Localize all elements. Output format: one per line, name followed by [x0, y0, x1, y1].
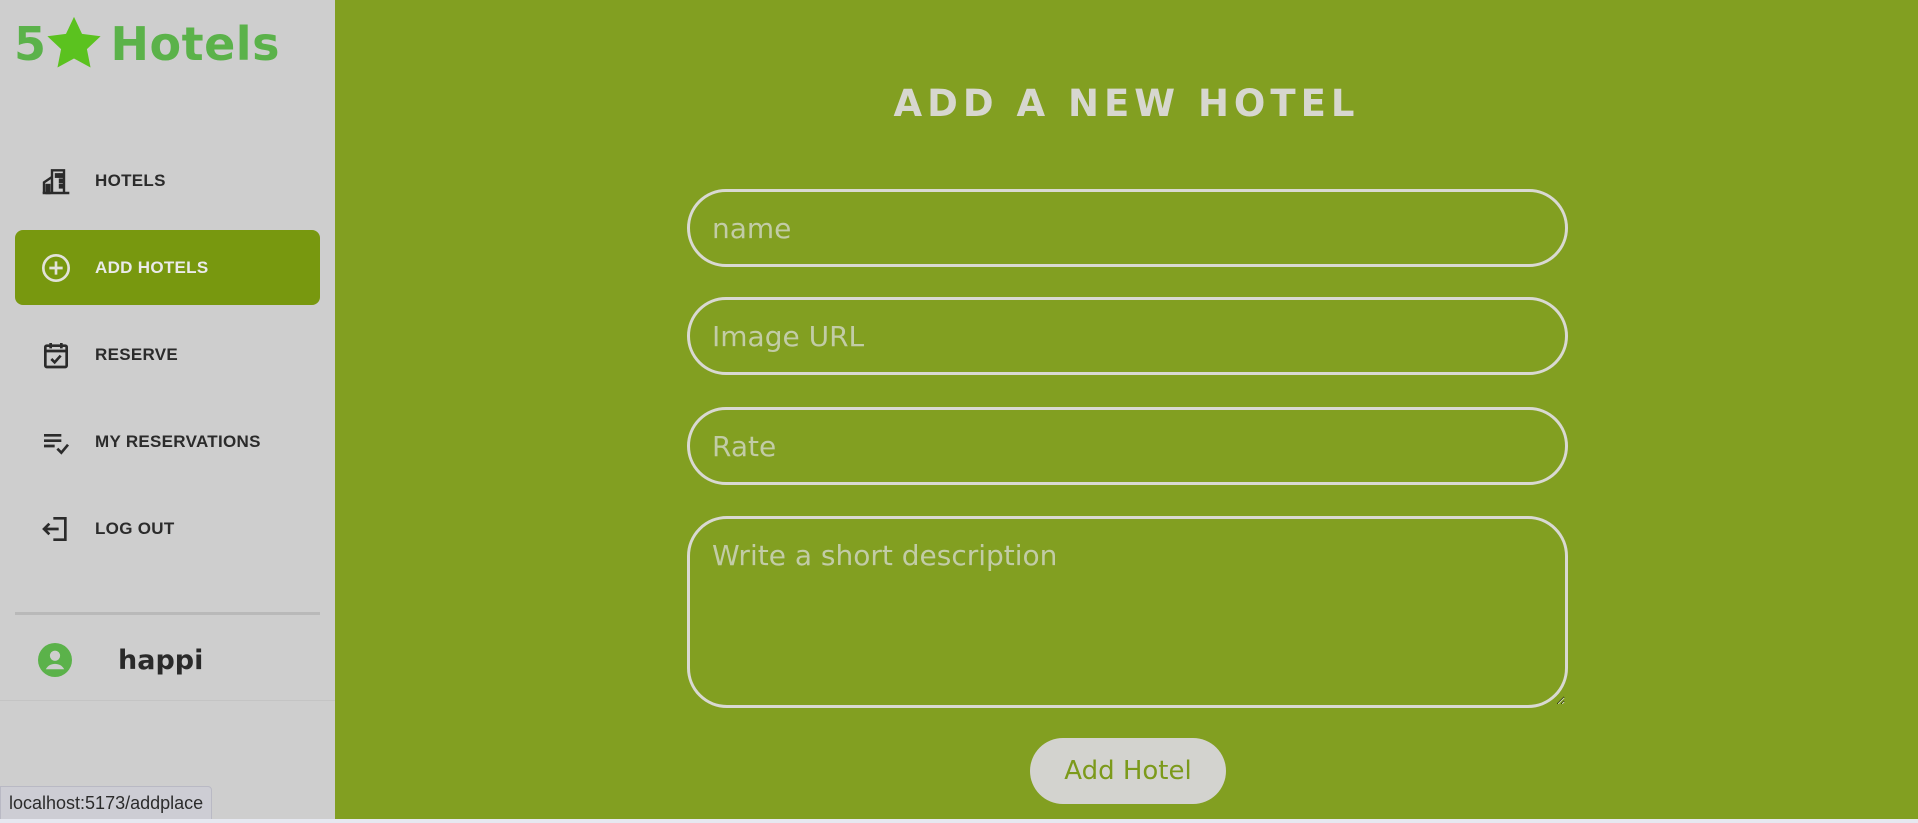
rate-input[interactable]	[687, 407, 1568, 485]
sidebar-item-label: HOTELS	[95, 170, 166, 190]
list-check-icon	[39, 425, 73, 459]
sidebar-item-label: MY RESERVATIONS	[95, 431, 261, 451]
star-icon	[46, 16, 101, 68]
user-avatar-icon	[38, 643, 72, 677]
logout-icon	[39, 512, 73, 546]
sidebar-item-label: RESERVE	[95, 344, 179, 364]
description-textarea[interactable]	[687, 516, 1568, 708]
brand-name: Hotels	[110, 17, 280, 71]
sidebar-item-add-hotels[interactable]: ADD HOTELS	[15, 230, 320, 305]
sidebar-divider	[15, 612, 320, 615]
sidebar-item-log-out[interactable]: LOG OUT	[15, 491, 320, 566]
sidebar-item-label: LOG OUT	[95, 518, 175, 538]
calendar-check-icon	[39, 338, 73, 372]
image-url-input[interactable]	[687, 297, 1568, 375]
hotel-name-input[interactable]	[687, 189, 1568, 267]
main-content: ADD A NEW HOTEL Add Hotel	[335, 0, 1918, 819]
add-hotel-button[interactable]: Add Hotel	[1030, 738, 1226, 804]
sidebar-item-hotels[interactable]: HOTELS	[15, 143, 320, 218]
sidebar-item-label: ADD HOTELS	[95, 257, 209, 277]
sidebar: 5 Hotels HOTELS ADD HOTELS RESERVE MY RE…	[0, 0, 335, 819]
building-icon	[39, 164, 73, 198]
sidebar-item-reserve[interactable]: RESERVE	[15, 317, 320, 392]
page-title: ADD A NEW HOTEL	[893, 82, 1360, 125]
sidebar-nav: HOTELS ADD HOTELS RESERVE MY RESERVATION…	[15, 143, 320, 578]
user-name: happi	[118, 644, 204, 676]
brand-logo[interactable]: 5 Hotels	[14, 12, 280, 76]
sidebar-bottom-divider	[0, 700, 335, 701]
user-profile[interactable]: happi	[38, 640, 203, 680]
window-bottom-edge	[0, 819, 1918, 823]
status-bar-url: localhost:5173/addplace	[0, 786, 213, 820]
add-circle-icon	[39, 251, 73, 285]
sidebar-item-my-reservations[interactable]: MY RESERVATIONS	[15, 404, 320, 479]
